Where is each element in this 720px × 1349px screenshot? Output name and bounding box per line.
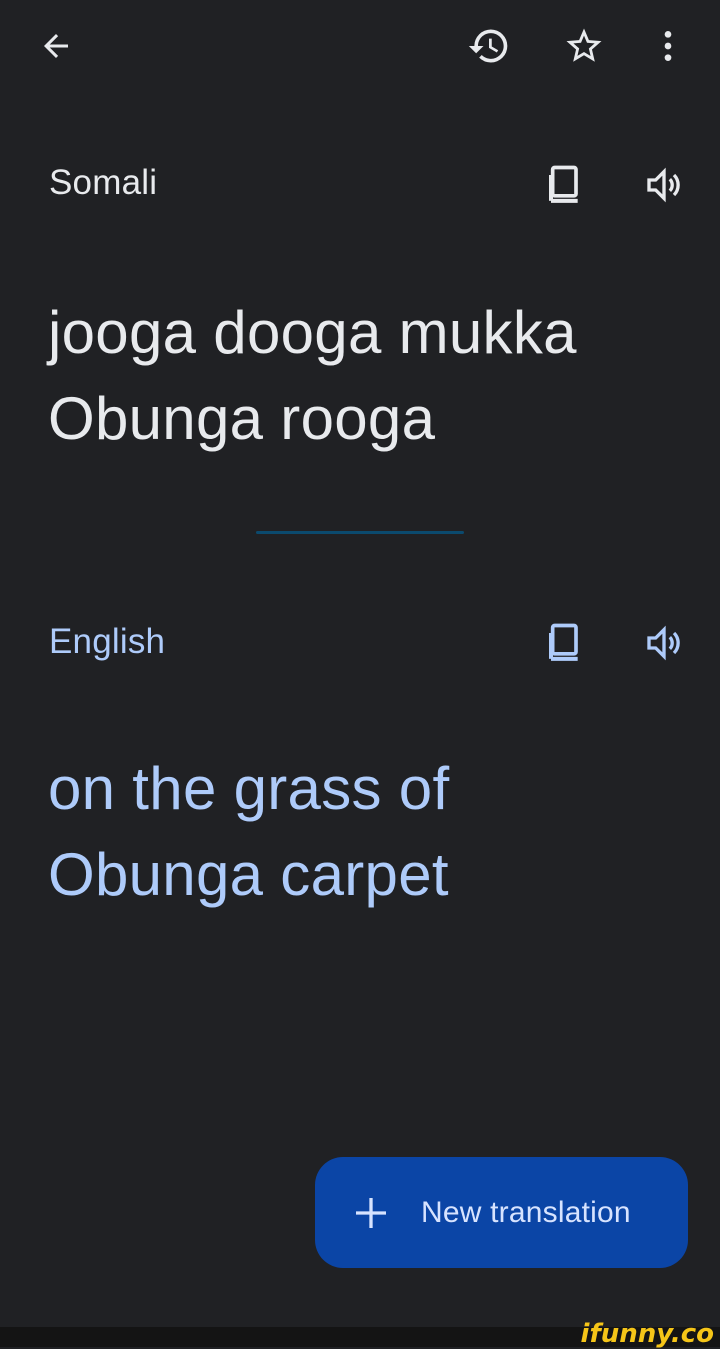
volume-icon	[647, 625, 680, 661]
translation-text-line: Obunga carpet	[48, 841, 449, 908]
star-outline-icon	[566, 28, 602, 62]
top-app-bar	[0, 0, 720, 100]
copy-icon	[549, 165, 578, 203]
more-options-button[interactable]	[644, 22, 692, 70]
more-vert-icon	[664, 31, 672, 61]
source-language-label: Somali	[49, 163, 158, 202]
history-icon	[468, 29, 508, 63]
plus-icon	[356, 1197, 386, 1228]
volume-icon	[647, 167, 680, 203]
target-language-label: English	[49, 622, 166, 661]
source-text-line: Obunga rooga	[48, 385, 436, 452]
target-listen-button[interactable]	[640, 619, 688, 667]
copy-icon	[549, 623, 578, 661]
source-text[interactable]: jooga dooga mukka Obunga rooga	[48, 290, 688, 462]
history-button[interactable]	[465, 22, 513, 70]
favorite-button[interactable]	[560, 22, 608, 70]
arrow-back-icon	[44, 34, 68, 58]
new-translation-button[interactable]: New translation	[315, 1157, 688, 1268]
translation-text: on the grass of Obunga carpet	[48, 746, 688, 918]
section-divider	[256, 531, 464, 534]
translation-text-line: on the grass of	[48, 755, 450, 822]
source-listen-button[interactable]	[640, 161, 688, 209]
source-copy-button[interactable]	[542, 161, 590, 209]
new-translation-label: New translation	[421, 1195, 631, 1229]
target-copy-button[interactable]	[542, 619, 590, 667]
watermark: ifunny.co	[580, 1319, 714, 1349]
source-text-line: jooga dooga mukka	[48, 299, 577, 366]
back-button[interactable]	[32, 22, 80, 70]
